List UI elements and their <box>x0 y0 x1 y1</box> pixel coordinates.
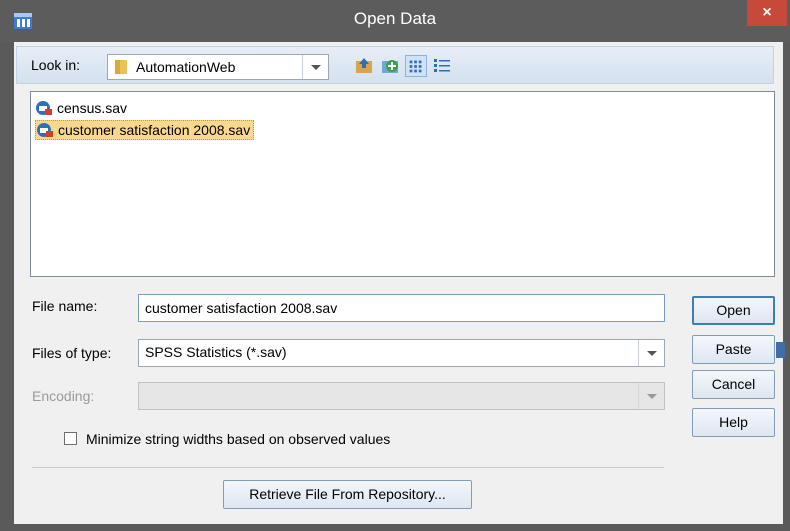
window-title: Open Data <box>353 9 437 28</box>
chevron-down-icon[interactable] <box>302 55 328 79</box>
details-view-icon[interactable] <box>431 55 453 77</box>
close-button[interactable]: × <box>747 0 787 26</box>
encoding-label: Encoding: <box>32 388 95 404</box>
list-view-icon[interactable] <box>405 55 427 77</box>
file-name-field[interactable]: customer satisfaction 2008.sav <box>138 294 665 322</box>
minimize-string-checkbox[interactable] <box>64 432 77 445</box>
file-item-census[interactable]: census.sav <box>35 98 130 118</box>
chevron-down-icon[interactable] <box>638 340 664 366</box>
paste-button[interactable]: Paste <box>692 335 775 364</box>
file-list[interactable]: census.sav customer satisfaction 2008.sa… <box>30 91 775 277</box>
up-folder-icon[interactable] <box>353 55 375 77</box>
files-of-type-dropdown[interactable]: SPSS Statistics (*.sav) <box>138 339 665 367</box>
sav-file-icon <box>36 101 52 115</box>
file-name: customer satisfaction 2008.sav <box>58 122 251 138</box>
minimize-string-label: Minimize string widths based on observed… <box>86 431 391 447</box>
cancel-button[interactable]: Cancel <box>692 370 775 399</box>
folder-icon <box>115 60 127 74</box>
paste-marker <box>776 342 785 358</box>
encoding-dropdown <box>138 382 665 410</box>
sav-file-icon <box>37 123 53 137</box>
open-button[interactable]: Open <box>692 296 775 325</box>
chevron-down-icon <box>638 383 664 409</box>
files-of-type-value: SPSS Statistics (*.sav) <box>145 344 287 360</box>
files-of-type-label: Files of type: <box>32 345 112 361</box>
file-name-label: File name: <box>32 298 98 314</box>
look-in-toolbar: Look in: AutomationWeb <box>16 46 774 84</box>
retrieve-from-repository-button[interactable]: Retrieve File From Repository... <box>223 480 472 509</box>
separator <box>32 467 664 468</box>
look-in-dropdown[interactable]: AutomationWeb <box>107 54 329 80</box>
file-name: census.sav <box>57 100 128 116</box>
dialog-body: Look in: AutomationWeb census.sav custom… <box>14 42 785 524</box>
new-folder-icon[interactable] <box>379 55 401 77</box>
file-item-customer-satisfaction[interactable]: customer satisfaction 2008.sav <box>35 120 255 140</box>
look-in-value: AutomationWeb <box>136 59 236 75</box>
help-button[interactable]: Help <box>692 408 775 437</box>
open-data-dialog: Open Data × Look in: AutomationWeb censu… <box>0 0 790 531</box>
look-in-label: Look in: <box>31 57 81 73</box>
title-bar[interactable]: Open Data × <box>0 0 790 42</box>
